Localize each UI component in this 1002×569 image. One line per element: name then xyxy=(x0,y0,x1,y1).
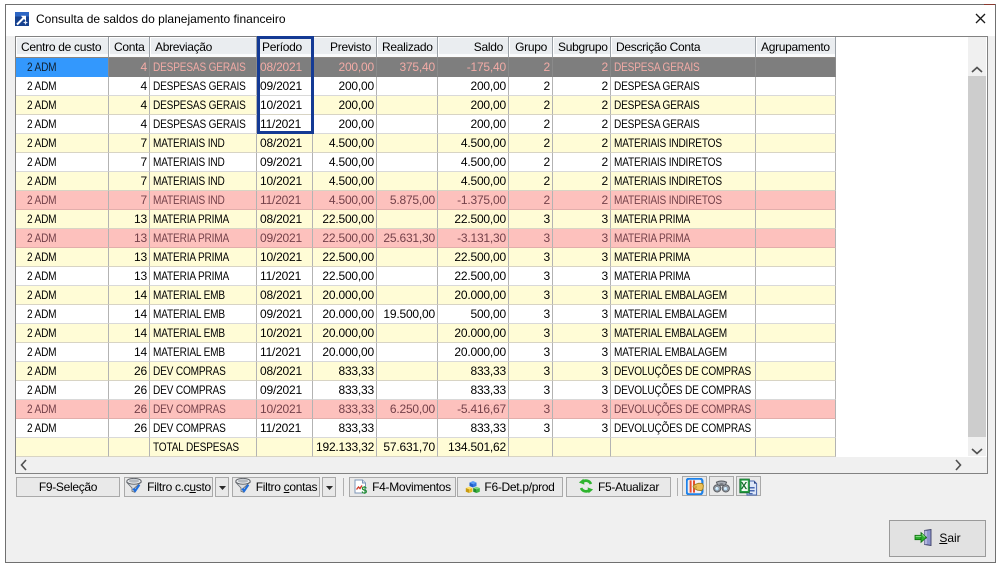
svg-text:$: $ xyxy=(362,486,368,495)
